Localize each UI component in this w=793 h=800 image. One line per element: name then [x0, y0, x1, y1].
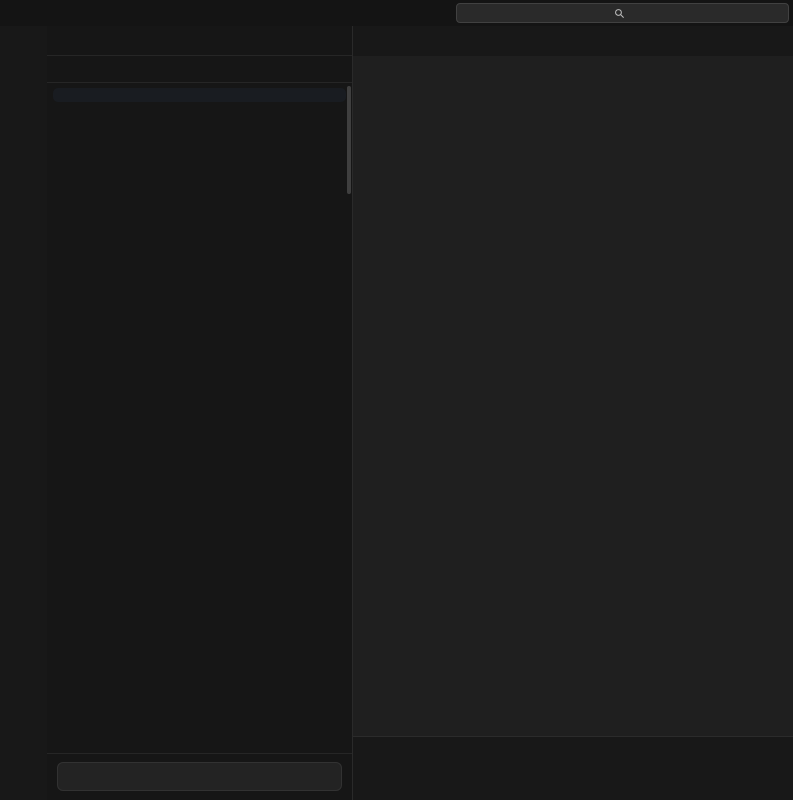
- vscode-window: [0, 0, 793, 800]
- title-bar: [0, 0, 793, 26]
- chat-input[interactable]: [57, 762, 342, 791]
- output-console[interactable]: [353, 760, 793, 800]
- bottom-panel: [353, 736, 793, 800]
- chat-context-code-block: [53, 88, 346, 102]
- search-icon: [614, 8, 625, 19]
- editor-tab-bar: [353, 26, 793, 56]
- activity-bar: [0, 26, 47, 800]
- chat-scrollbar[interactable]: [347, 86, 351, 194]
- chat-history[interactable]: [47, 83, 352, 753]
- code-editor[interactable]: [353, 78, 793, 736]
- chat-panel: [47, 26, 353, 800]
- command-center-search[interactable]: [456, 3, 789, 23]
- breadcrumb: [353, 56, 793, 78]
- editor-column: [353, 26, 793, 800]
